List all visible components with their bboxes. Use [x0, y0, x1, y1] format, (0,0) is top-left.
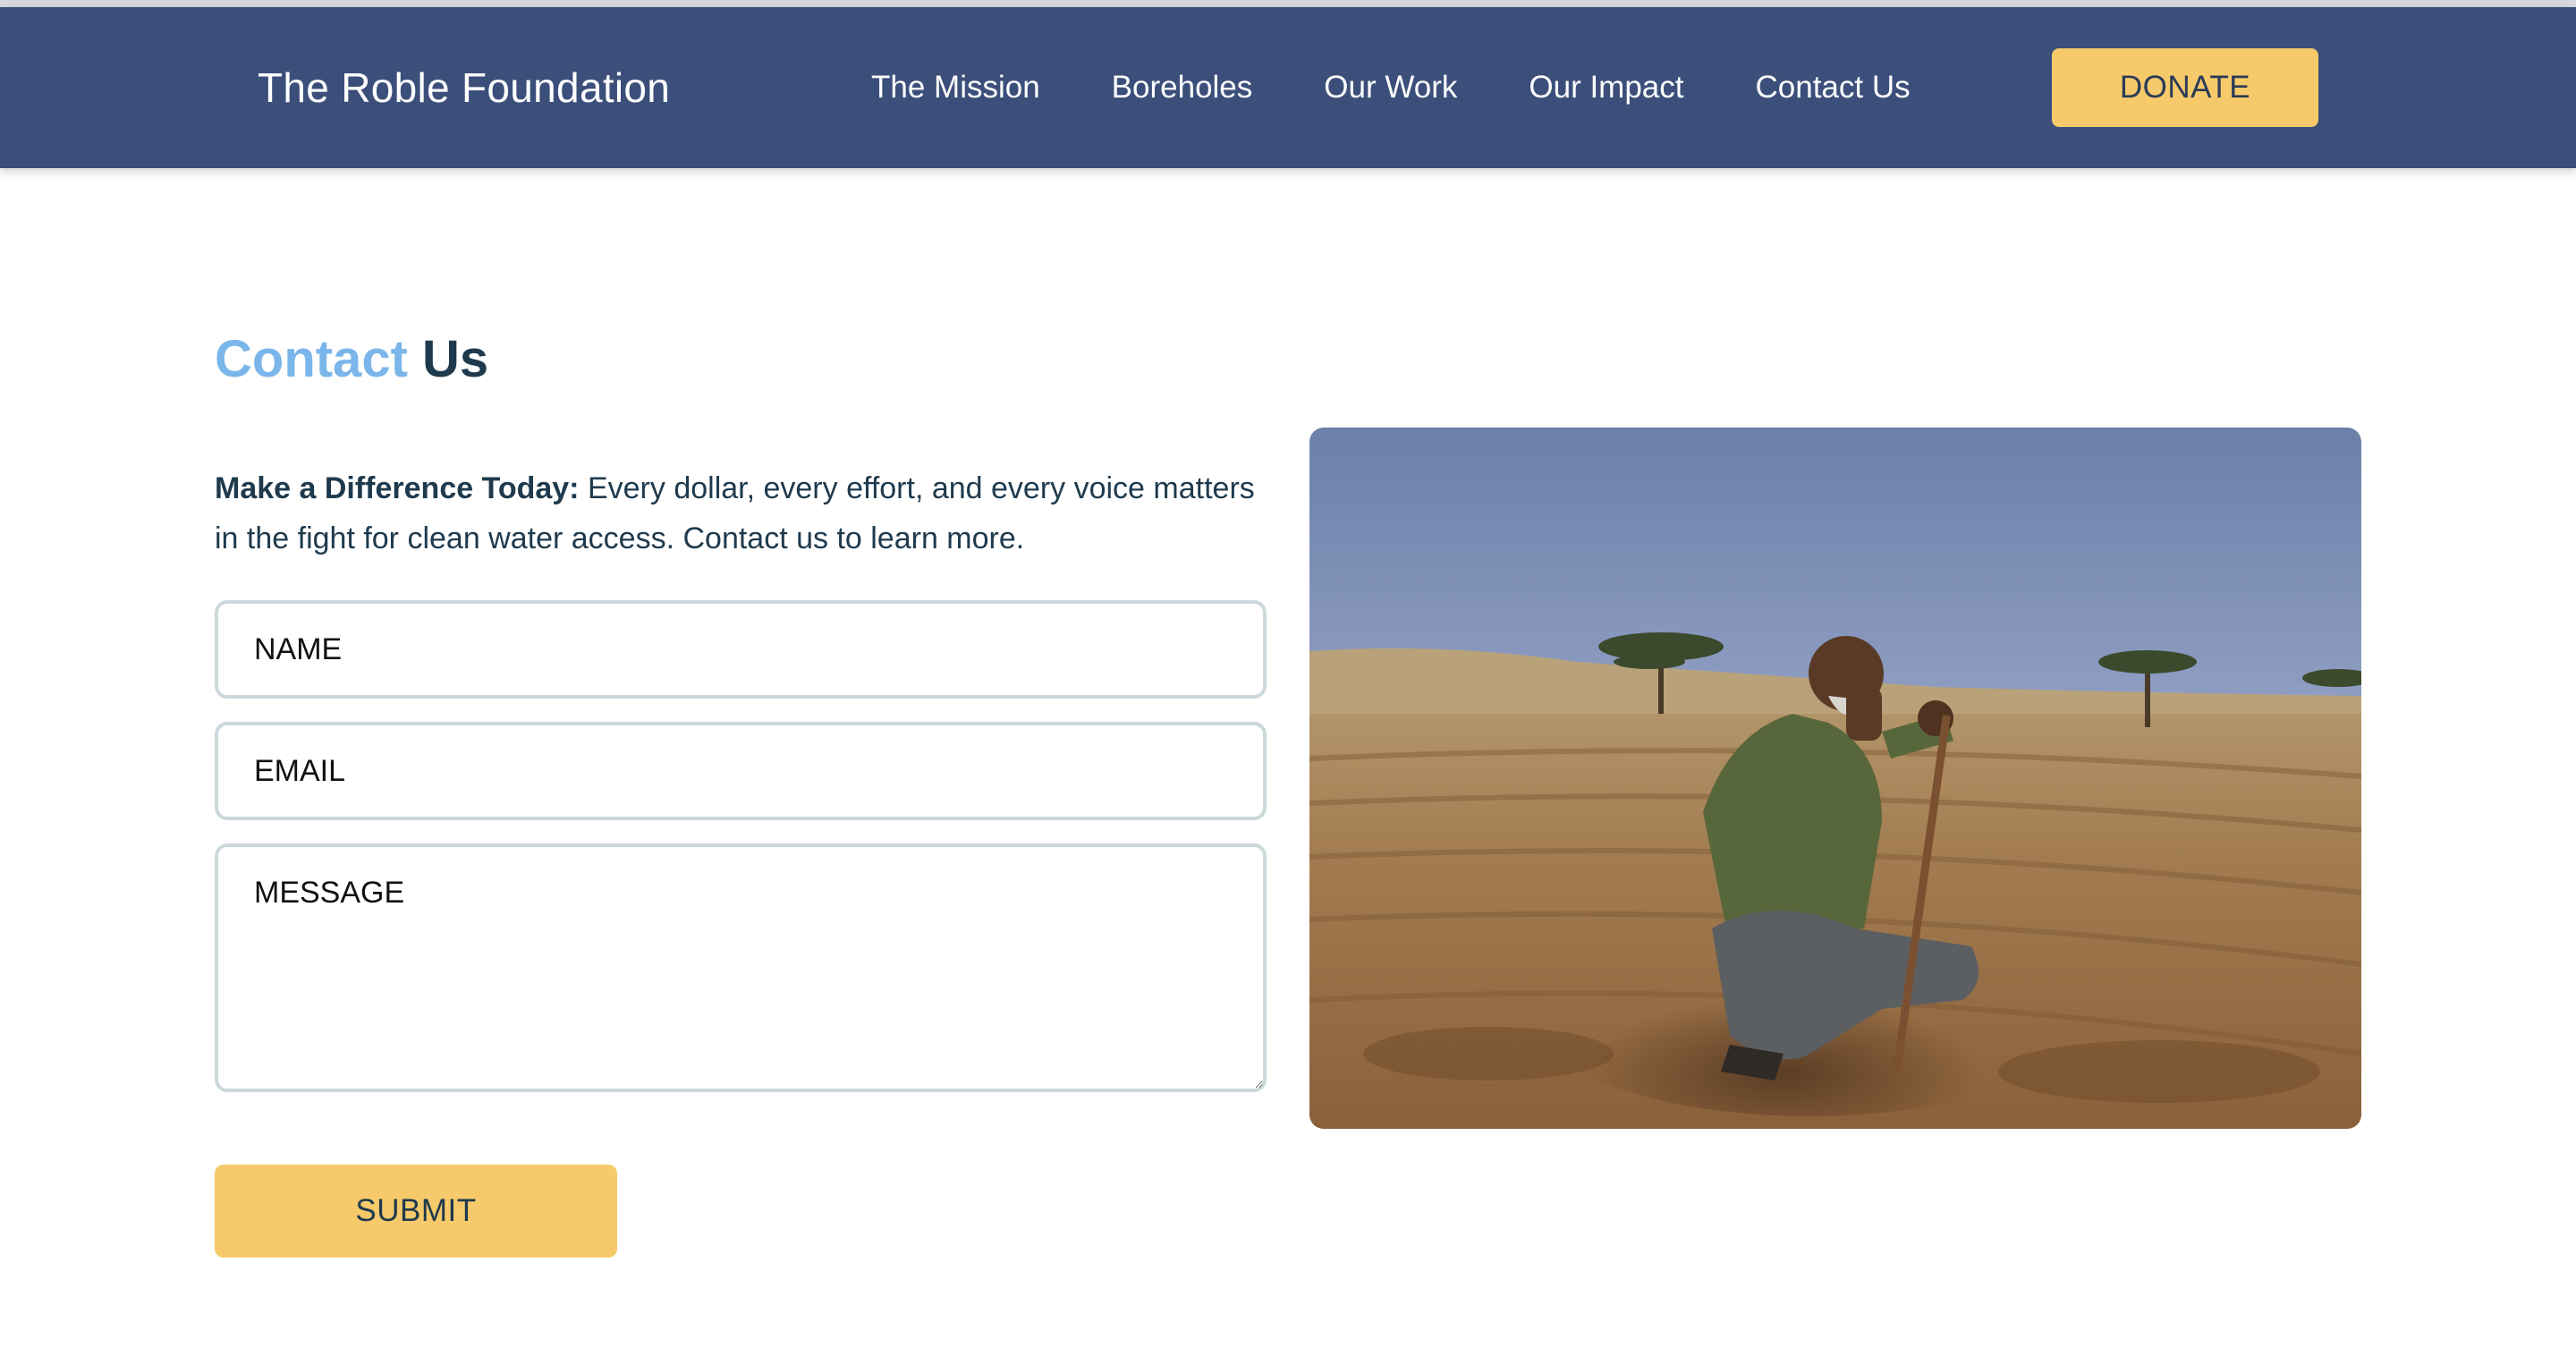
site-header: The Roble Foundation The Mission Borehol…	[0, 7, 2576, 168]
page-title: Contact Us	[215, 324, 488, 395]
nav-link-our-work[interactable]: Our Work	[1324, 70, 1457, 106]
nav-link-the-mission[interactable]: The Mission	[871, 70, 1040, 106]
nav-link-contact-us[interactable]: Contact Us	[1755, 70, 1910, 106]
farmer-in-dry-field-image	[1309, 428, 2361, 1129]
page-title-accent: Contact	[215, 330, 408, 388]
nav-link-boreholes[interactable]: Boreholes	[1112, 70, 1253, 106]
contact-photo	[1309, 428, 2361, 1129]
donate-button[interactable]: DONATE	[2052, 48, 2318, 127]
main-nav: The Mission Boreholes Our Work Our Impac…	[871, 7, 1911, 168]
nav-link-our-impact[interactable]: Our Impact	[1529, 70, 1683, 106]
message-textarea[interactable]	[215, 843, 1267, 1092]
email-input[interactable]	[215, 722, 1267, 820]
site-brand[interactable]: The Roble Foundation	[258, 7, 670, 168]
page-title-rest: Us	[422, 330, 489, 388]
name-input[interactable]	[215, 600, 1267, 699]
submit-button[interactable]: SUBMIT	[215, 1165, 617, 1258]
contact-intro: Make a Difference Today: Every dollar, e…	[215, 463, 1270, 564]
browser-top-strip	[0, 0, 2576, 7]
contact-intro-bold: Make a Difference Today:	[215, 471, 580, 505]
